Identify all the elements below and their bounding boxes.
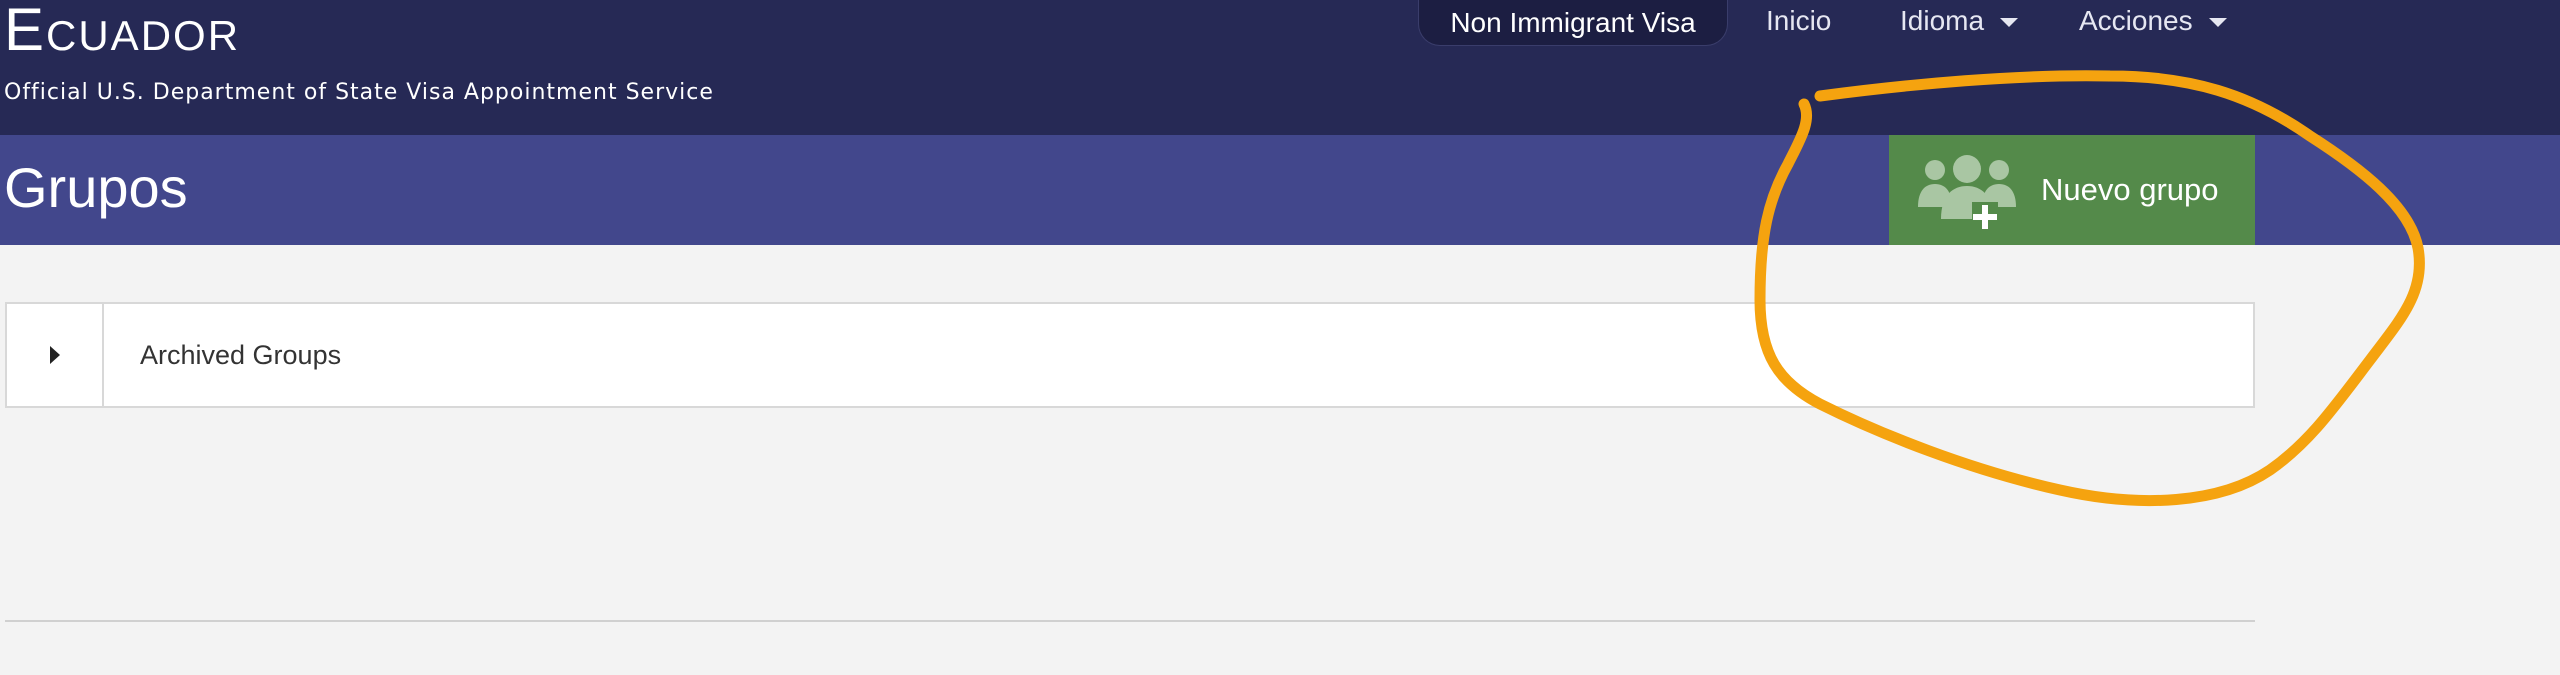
group-add-icon bbox=[1917, 153, 2017, 233]
page-title: Grupos bbox=[4, 156, 188, 219]
caret-down-icon bbox=[2000, 17, 2019, 27]
nav-language-label: Idioma bbox=[1900, 5, 1985, 36]
nav-actions-dropdown[interactable]: Acciones bbox=[2079, 0, 2227, 42]
archived-groups-toggle[interactable] bbox=[7, 304, 104, 406]
new-group-button[interactable]: Nuevo grupo bbox=[1889, 135, 2255, 245]
nav-language-dropdown[interactable]: Idioma bbox=[1900, 0, 2019, 42]
nav-actions-label: Acciones bbox=[2079, 5, 2193, 36]
new-group-label: Nuevo grupo bbox=[2041, 172, 2219, 207]
page-header: Grupos Nuevo grupo bbox=[0, 135, 2560, 245]
visa-type-label: Non Immigrant Visa bbox=[1450, 6, 1696, 38]
caret-right-icon bbox=[49, 346, 60, 364]
visa-type-pill[interactable]: Non Immigrant Visa bbox=[1418, 0, 1728, 46]
nav-home-link[interactable]: Inicio bbox=[1766, 0, 1831, 42]
archived-groups-panel[interactable]: Archived Groups bbox=[5, 302, 2255, 408]
brand-title[interactable]: Ecuador bbox=[4, 0, 240, 70]
section-divider bbox=[5, 620, 2255, 622]
top-navbar: Ecuador Official U.S. Department of Stat… bbox=[0, 0, 2560, 135]
brand-subtitle: Official U.S. Department of State Visa A… bbox=[4, 80, 714, 105]
nav-home-label: Inicio bbox=[1766, 5, 1832, 36]
caret-down-icon bbox=[2208, 17, 2227, 27]
archived-groups-label: Archived Groups bbox=[140, 339, 342, 370]
